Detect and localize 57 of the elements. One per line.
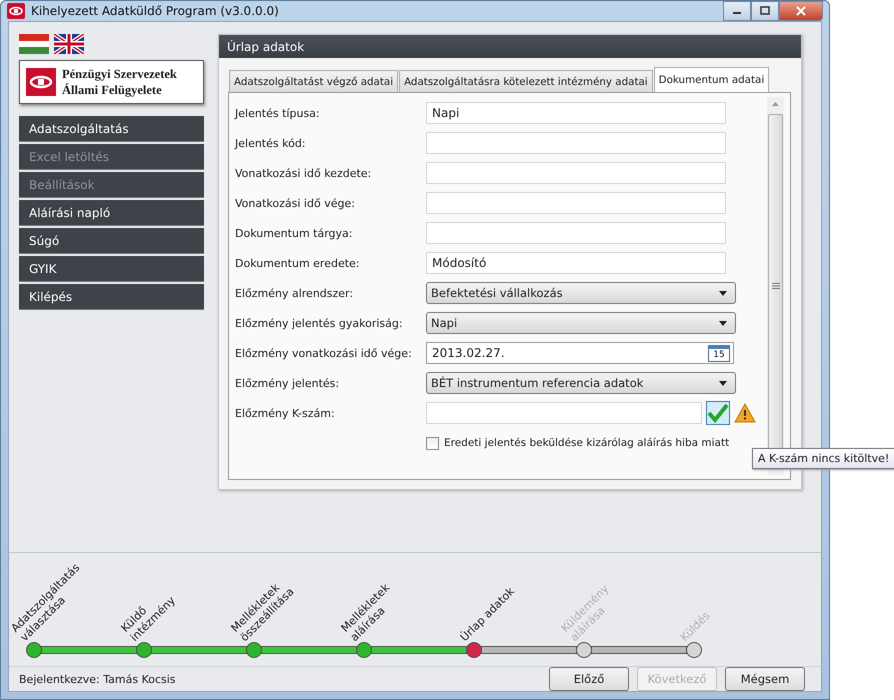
minimize-button[interactable] <box>723 1 751 21</box>
field-label: Jelentés kód: <box>235 136 307 150</box>
input-field[interactable] <box>426 402 702 424</box>
nav-button[interactable]: Mégsem <box>725 667 805 691</box>
sidebar-item[interactable]: Kilépés <box>19 284 204 310</box>
dropdown[interactable]: BÉT instrumentum referencia adatok <box>426 372 736 394</box>
field-label: Előzmény vonatkozási idő vége: <box>235 346 413 360</box>
input-field[interactable] <box>426 132 726 154</box>
dropdown[interactable]: Befektetési vállalkozás <box>426 282 736 304</box>
checkbox[interactable] <box>426 436 439 450</box>
status-text: Bejelentkezve: Tamás Kocsis <box>19 672 176 686</box>
grip-icon <box>772 283 780 289</box>
caret-icon <box>719 290 727 296</box>
field-label: Dokumentum eredete: <box>235 256 361 270</box>
scroll-up-icon[interactable] <box>772 102 779 106</box>
sidebar-item[interactable]: Aláírási napló <box>19 200 204 226</box>
tab[interactable]: Adatszolgáltatásra kötelezett intézmény adatai <box>399 70 653 92</box>
warning-icon <box>734 403 756 423</box>
tooltip: A K-szám nincs kitöltve! <box>752 448 894 469</box>
logo-icon <box>26 68 56 96</box>
input-field[interactable]: Napi <box>426 102 726 124</box>
window-title: Kihelyezett Adatküldő Program (v3.0.0.0) <box>31 4 279 18</box>
caret-icon <box>719 320 727 326</box>
field-label: Előzmény K-szám: <box>235 406 336 420</box>
date-field[interactable]: 2013.02.27. 15 <box>426 342 734 364</box>
input-field[interactable] <box>426 162 726 184</box>
panel-title: Úrlap adatok <box>219 35 801 58</box>
logo-text: Pénzügyi Szervezetek <box>62 66 177 82</box>
check-button[interactable] <box>706 401 730 425</box>
close-icon <box>796 6 806 16</box>
field-label: Előzmény alrendszer: <box>235 286 354 300</box>
maximize-icon <box>760 6 770 16</box>
field-label: Jelentés típusa: <box>235 106 321 120</box>
sidebar-item[interactable]: GYIK <box>19 256 204 282</box>
field-label: Vonatkozási idő vége: <box>235 196 356 210</box>
checkbox-label: Eredeti jelentés beküldése kizárólag aláírás hiba miatt <box>444 437 730 449</box>
maximize-button[interactable] <box>751 1 779 21</box>
app-logo-icon <box>7 3 25 19</box>
input-field[interactable] <box>426 222 726 244</box>
logo-text: Állami Felügyelete <box>62 82 163 98</box>
tab[interactable]: Adatszolgáltatást végző adatai <box>229 70 398 92</box>
british-flag-icon[interactable] <box>54 34 84 54</box>
field-label: Dokumentum tárgya: <box>235 226 354 240</box>
input-field[interactable] <box>426 192 726 214</box>
field-label: Előzmény jelentés gyakoriság: <box>235 316 404 330</box>
hungarian-flag-icon[interactable] <box>19 34 49 54</box>
nav-button[interactable]: Előző <box>549 667 629 691</box>
sidebar-item[interactable]: Adatszolgáltatás <box>19 116 204 142</box>
field-label: Előzmény jelentés: <box>235 376 340 390</box>
tab[interactable]: Dokumentum adatai <box>654 67 770 92</box>
close-button[interactable] <box>779 1 823 21</box>
calendar-icon[interactable]: 15 <box>708 344 730 362</box>
sidebar-item[interactable]: Súgó <box>19 228 204 254</box>
field-label: Vonatkozási idő kezdete: <box>235 166 372 180</box>
dropdown[interactable]: Napi <box>426 312 736 334</box>
input-field[interactable]: Módosító <box>426 252 726 274</box>
caret-icon <box>719 380 727 386</box>
